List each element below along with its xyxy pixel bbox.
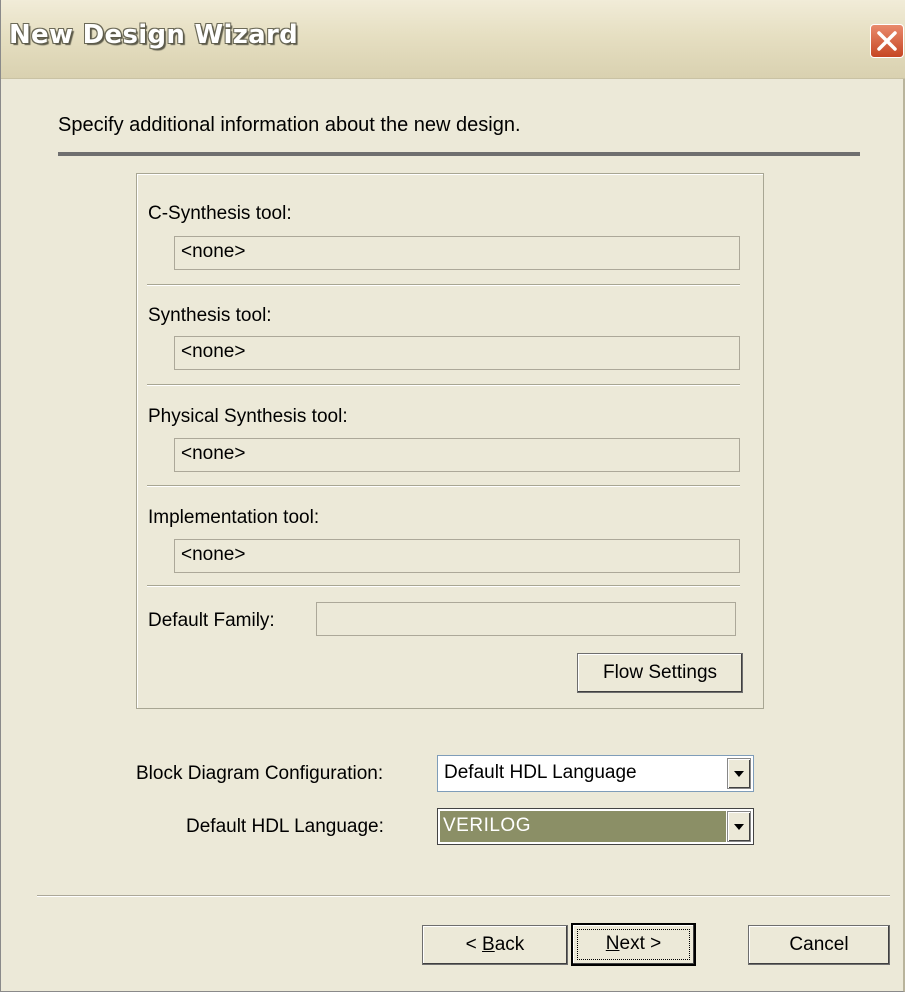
chevron-down-icon — [734, 771, 744, 777]
c-synthesis-field: <none> — [174, 236, 740, 270]
chevron-down-icon — [734, 824, 744, 830]
back-accelerator: B — [482, 934, 495, 955]
implementation-label: Implementation tool: — [148, 507, 320, 528]
title-bar[interactable]: New Design Wizard — [1, 0, 905, 79]
block-diagram-label: Block Diagram Configuration: — [136, 763, 384, 784]
dropdown-button[interactable] — [727, 758, 751, 789]
new-design-wizard-window: New Design Wizard Specify additional inf… — [0, 0, 905, 992]
separator — [147, 384, 740, 386]
hdl-language-value: VERILOG — [440, 811, 726, 842]
separator — [147, 485, 740, 487]
instruction-text: Specify additional information about the… — [58, 114, 521, 136]
default-family-field — [316, 602, 736, 636]
flow-settings-button[interactable]: Flow Settings — [577, 653, 743, 693]
separator — [147, 284, 740, 286]
physical-synthesis-field: <none> — [174, 438, 740, 472]
separator — [147, 585, 740, 587]
cancel-button[interactable]: Cancel — [748, 925, 890, 965]
c-synthesis-label: C-Synthesis tool: — [148, 203, 292, 224]
dropdown-button[interactable] — [727, 811, 751, 842]
window-title: New Design Wizard — [9, 20, 299, 50]
hdl-language-select[interactable]: VERILOG — [437, 808, 754, 845]
back-label: ack — [494, 934, 525, 955]
back-prefix: < — [465, 934, 483, 955]
next-button[interactable]: Next > — [571, 923, 696, 966]
synthesis-field: <none> — [174, 336, 740, 370]
block-diagram-select[interactable]: Default HDL Language — [437, 755, 754, 792]
back-button[interactable]: < Back — [422, 925, 568, 965]
block-diagram-value: Default HDL Language — [444, 762, 637, 783]
footer-divider — [37, 895, 890, 897]
default-family-label: Default Family: — [148, 610, 275, 631]
header-divider — [58, 152, 860, 156]
close-icon — [877, 31, 897, 51]
physical-synthesis-label: Physical Synthesis tool: — [148, 406, 348, 427]
hdl-language-label: Default HDL Language: — [186, 816, 384, 837]
synthesis-label: Synthesis tool: — [148, 305, 272, 326]
close-button[interactable] — [870, 24, 904, 58]
focus-rect — [577, 929, 690, 960]
implementation-field: <none> — [174, 539, 740, 573]
